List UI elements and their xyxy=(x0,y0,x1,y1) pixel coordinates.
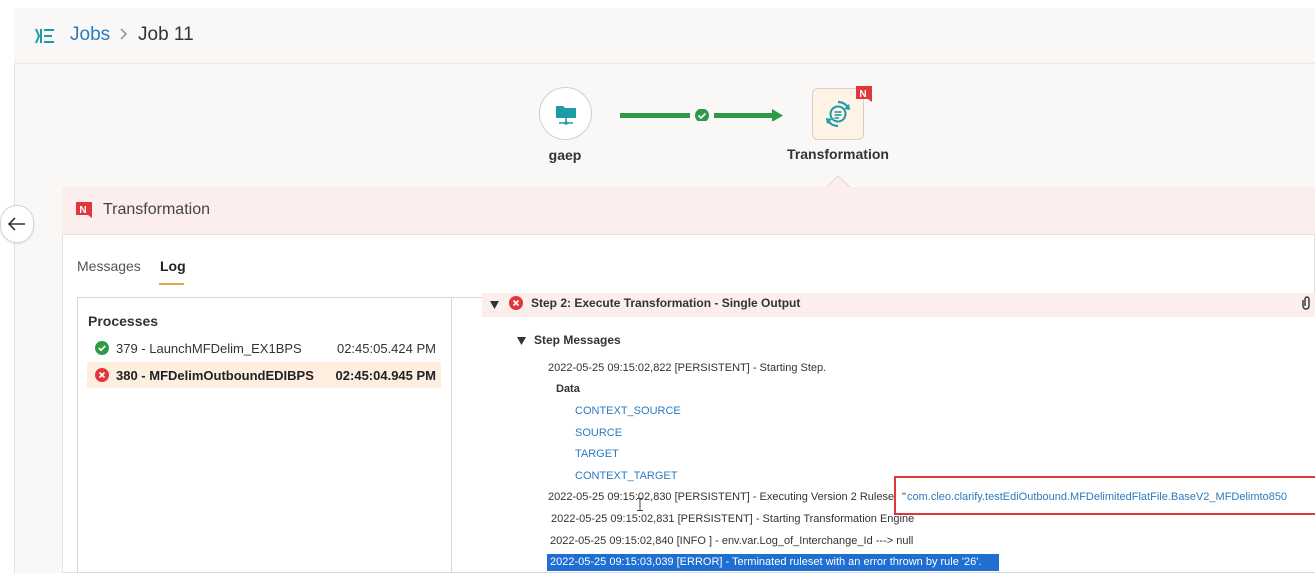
processes-title: Processes xyxy=(88,313,159,329)
svg-text:N: N xyxy=(79,205,86,216)
panel-header xyxy=(62,187,1315,235)
data-item-link[interactable]: TARGET xyxy=(575,448,619,460)
paperclip-icon[interactable] xyxy=(1300,296,1312,310)
active-tab-indicator xyxy=(159,283,184,285)
chevron-right-icon xyxy=(120,28,128,40)
process-item-selected[interactable]: 380 - MFDelimOutboundEDIBPS 02:45:04.945… xyxy=(87,362,441,388)
error-x-icon xyxy=(95,368,109,382)
folder-network-icon xyxy=(555,105,576,125)
arrow-left-icon xyxy=(8,217,25,231)
process-name: 380 - MFDelimOutboundEDIBPS xyxy=(116,368,314,383)
n-badge-icon: N xyxy=(856,86,872,102)
tab-messages[interactable]: Messages xyxy=(77,258,141,274)
caret-down-icon[interactable] xyxy=(517,337,526,345)
success-check-icon xyxy=(95,341,109,355)
process-time: 02:45:05.424 PM xyxy=(336,341,436,356)
page-header: Jobs Job 11 xyxy=(14,8,1315,64)
step-messages-title: Step Messages xyxy=(534,333,621,347)
jobs-app-icon[interactable] xyxy=(34,26,56,46)
data-item-link[interactable]: CONTEXT_TARGET xyxy=(575,470,677,482)
ruleset-link[interactable]: com.cleo.clarify.testEdiOutbound.MFDelim… xyxy=(907,491,1315,503)
breadcrumb-current-job: Job 11 xyxy=(138,24,194,45)
tab-log[interactable]: Log xyxy=(160,258,186,274)
pipeline-node-gaep[interactable] xyxy=(539,87,592,140)
error-log-line-selected[interactable]: 2022-05-25 09:15:03,039 [ERROR] - Termin… xyxy=(547,554,999,571)
panel-title: Transformation xyxy=(103,201,210,218)
pipeline-connector xyxy=(620,109,783,121)
log-line: 2022-05-25 09:15:02,830 [PERSISTENT] - E… xyxy=(548,491,901,503)
n-badge-icon: N xyxy=(76,202,92,218)
ruleset-quote: " xyxy=(902,491,906,503)
data-label: Data xyxy=(556,383,580,395)
log-line: 2022-05-25 09:15:02,822 [PERSISTENT] - S… xyxy=(548,362,827,374)
svg-text:N: N xyxy=(859,89,866,100)
pipeline-node-label: gaep xyxy=(548,147,582,163)
data-item-link[interactable]: SOURCE xyxy=(575,427,622,439)
error-x-icon xyxy=(509,296,523,310)
step-title: Step 2: Execute Transformation - Single … xyxy=(531,296,801,310)
data-item-link[interactable]: CONTEXT_SOURCE xyxy=(575,405,681,417)
process-name: 379 - LaunchMFDelim_EX1BPS xyxy=(116,341,302,356)
back-button[interactable] xyxy=(0,205,34,243)
transform-cycle-icon xyxy=(826,100,850,128)
text-cursor-icon xyxy=(637,498,643,511)
pipeline-node-label: Transformation xyxy=(787,146,889,162)
log-line: 2022-05-25 09:15:02,840 [INFO ] - env.va… xyxy=(550,535,914,547)
breadcrumb-jobs[interactable]: Jobs xyxy=(70,24,110,46)
process-item[interactable]: 379 - LaunchMFDelim_EX1BPS 02:45:05.424 … xyxy=(87,335,441,361)
caret-down-icon[interactable] xyxy=(490,301,499,309)
log-line: 2022-05-25 09:15:02,831 [PERSISTENT] - S… xyxy=(551,513,915,525)
process-time: 02:45:04.945 PM xyxy=(335,368,436,383)
